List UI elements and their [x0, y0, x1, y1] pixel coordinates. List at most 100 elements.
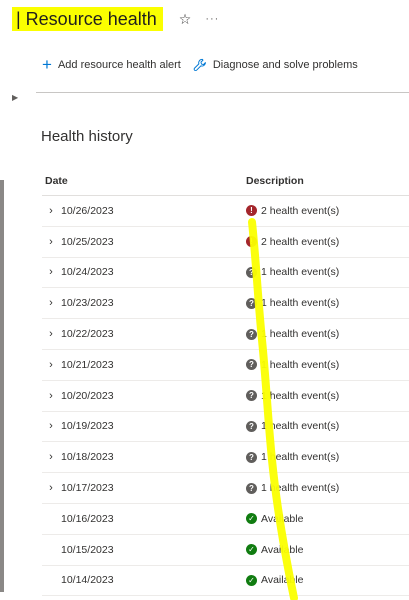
plus-icon: +: [42, 55, 52, 74]
date-cell: › 10/26/2023: [42, 205, 246, 217]
unknown-status-icon: ?: [246, 359, 257, 371]
unknown-status-icon: ?: [246, 297, 257, 309]
table-row[interactable]: › 10/23/2023? 1 health event(s): [42, 288, 409, 320]
date-text: 10/14/2023: [61, 574, 114, 587]
description-cell: ? 1 health event(s): [246, 420, 409, 432]
description-cell: ? 1 health event(s): [246, 297, 409, 309]
expand-chevron-icon[interactable]: ›: [45, 205, 57, 217]
date-text: 10/25/2023: [61, 235, 114, 248]
description-cell: ? 1 health event(s): [246, 482, 409, 494]
expand-chevron-icon[interactable]: ›: [45, 266, 57, 278]
date-cell: ›10/16/2023: [42, 513, 246, 525]
date-cell: › 10/18/2023: [42, 451, 246, 463]
table-body: › 10/26/2023! 2 health event(s) › 10/25/2023…: [42, 196, 409, 597]
description-text: 2 health event(s): [261, 204, 340, 217]
unknown-status-icon: ?: [246, 451, 257, 463]
title-actions: ☆ ···: [179, 11, 220, 28]
description-cell: ? 1 health event(s): [246, 266, 409, 278]
description-text: 2 health event(s): [261, 235, 340, 248]
table-row[interactable]: › 10/25/2023! 2 health event(s): [42, 227, 409, 258]
table-row[interactable]: › 10/22/2023? 1 health event(s): [42, 319, 409, 350]
unknown-status-icon: ?: [246, 266, 257, 278]
collapse-chevron-icon[interactable]: ▶: [12, 93, 18, 102]
date-cell: › 10/17/2023: [42, 482, 246, 494]
description-text: 1 health event(s): [261, 482, 340, 495]
table-row[interactable]: › 10/26/2023! 2 health event(s): [42, 196, 409, 227]
date-text: 10/20/2023: [61, 389, 114, 402]
unknown-status-icon: ?: [246, 420, 257, 432]
description-text: 1 health event(s): [261, 389, 340, 402]
resource-health-page: | Resource health ☆ ··· + Add resource h…: [0, 0, 409, 600]
description-text: 1 health event(s): [261, 358, 340, 371]
unknown-status-icon: ?: [246, 390, 257, 402]
expand-chevron-icon[interactable]: ›: [45, 451, 57, 463]
date-cell: › 10/21/2023: [42, 359, 246, 371]
expand-chevron-icon[interactable]: ›: [45, 390, 57, 402]
unknown-status-icon: ?: [246, 328, 257, 340]
expand-chevron-icon[interactable]: ›: [45, 328, 57, 340]
description-cell: ✓ Available: [246, 544, 409, 556]
description-cell: ? 1 health event(s): [246, 328, 409, 340]
column-header-description[interactable]: Description: [246, 175, 409, 187]
error-status-icon: !: [246, 236, 257, 248]
description-cell: ✓ Available: [246, 513, 409, 525]
date-cell: ›10/14/2023: [42, 574, 246, 586]
expand-chevron-icon[interactable]: ›: [45, 420, 57, 432]
table-row[interactable]: › 10/20/2023? 1 health event(s): [42, 381, 409, 412]
table-row[interactable]: › 10/18/2023? 1 health event(s): [42, 442, 409, 474]
available-check-icon: ✓: [246, 574, 257, 586]
date-cell: › 10/19/2023: [42, 420, 246, 432]
table-row[interactable]: › 10/19/2023? 1 health event(s): [42, 412, 409, 443]
table-row: ›10/14/2023✓ Available: [42, 566, 409, 597]
expand-chevron-icon[interactable]: ›: [45, 236, 57, 248]
description-text: 1 health event(s): [261, 266, 340, 279]
description-text: 1 health event(s): [261, 420, 340, 433]
add-resource-health-alert-button[interactable]: + Add resource health alert: [42, 56, 181, 73]
description-text: Available: [261, 574, 304, 587]
table-row[interactable]: › 10/17/2023? 1 health event(s): [42, 473, 409, 504]
date-text: 10/22/2023: [61, 328, 114, 341]
expand-chevron-icon[interactable]: ›: [45, 482, 57, 494]
date-cell: › 10/22/2023: [42, 328, 246, 340]
date-text: 10/21/2023: [61, 358, 114, 371]
diagnose-label: Diagnose and solve problems: [212, 58, 358, 71]
column-header-date[interactable]: Date: [42, 175, 246, 187]
date-cell: › 10/20/2023: [42, 390, 246, 402]
diagnose-and-solve-button[interactable]: Diagnose and solve problems: [193, 58, 358, 72]
date-text: 10/18/2023: [61, 451, 114, 464]
title-bar: | Resource health ☆ ···: [12, 6, 219, 32]
table-row[interactable]: › 10/24/2023? 1 health event(s): [42, 258, 409, 289]
description-cell: ✓ Available: [246, 574, 409, 586]
date-text: 10/16/2023: [61, 512, 114, 525]
date-cell: ›10/15/2023: [42, 544, 246, 556]
section-title: Health history: [41, 128, 133, 145]
table-header: Date Description: [42, 166, 409, 196]
description-text: 1 health event(s): [261, 451, 340, 464]
table-row[interactable]: › 10/21/2023? 1 health event(s): [42, 350, 409, 381]
description-text: Available: [261, 512, 304, 525]
available-check-icon: ✓: [246, 513, 257, 525]
error-status-icon: !: [246, 205, 257, 217]
expand-chevron-icon[interactable]: ›: [45, 359, 57, 371]
description-cell: ! 2 health event(s): [246, 236, 409, 248]
date-cell: › 10/23/2023: [42, 297, 246, 309]
description-cell: ? 1 health event(s): [246, 390, 409, 402]
star-icon[interactable]: ☆: [179, 11, 192, 28]
health-history-table: Date Description › 10/26/2023! 2 health ev…: [42, 166, 409, 597]
date-text: 10/24/2023: [61, 266, 114, 279]
date-text: 10/26/2023: [61, 204, 114, 217]
table-row: ›10/15/2023✓ Available: [42, 535, 409, 566]
add-alert-label: Add resource health alert: [57, 58, 181, 71]
description-cell: ? 1 health event(s): [246, 451, 409, 463]
expand-chevron-icon[interactable]: ›: [45, 297, 57, 309]
left-scrollbar[interactable]: [0, 180, 4, 592]
date-text: 10/15/2023: [61, 543, 114, 556]
available-check-icon: ✓: [246, 544, 257, 556]
table-row: ›10/16/2023✓ Available: [42, 504, 409, 535]
command-bar-divider: [36, 92, 409, 93]
more-options-icon[interactable]: ···: [205, 13, 219, 25]
unknown-status-icon: ?: [246, 482, 257, 494]
wrench-icon: [193, 58, 206, 71]
description-text: 1 health event(s): [261, 328, 340, 341]
date-cell: › 10/25/2023: [42, 236, 246, 248]
